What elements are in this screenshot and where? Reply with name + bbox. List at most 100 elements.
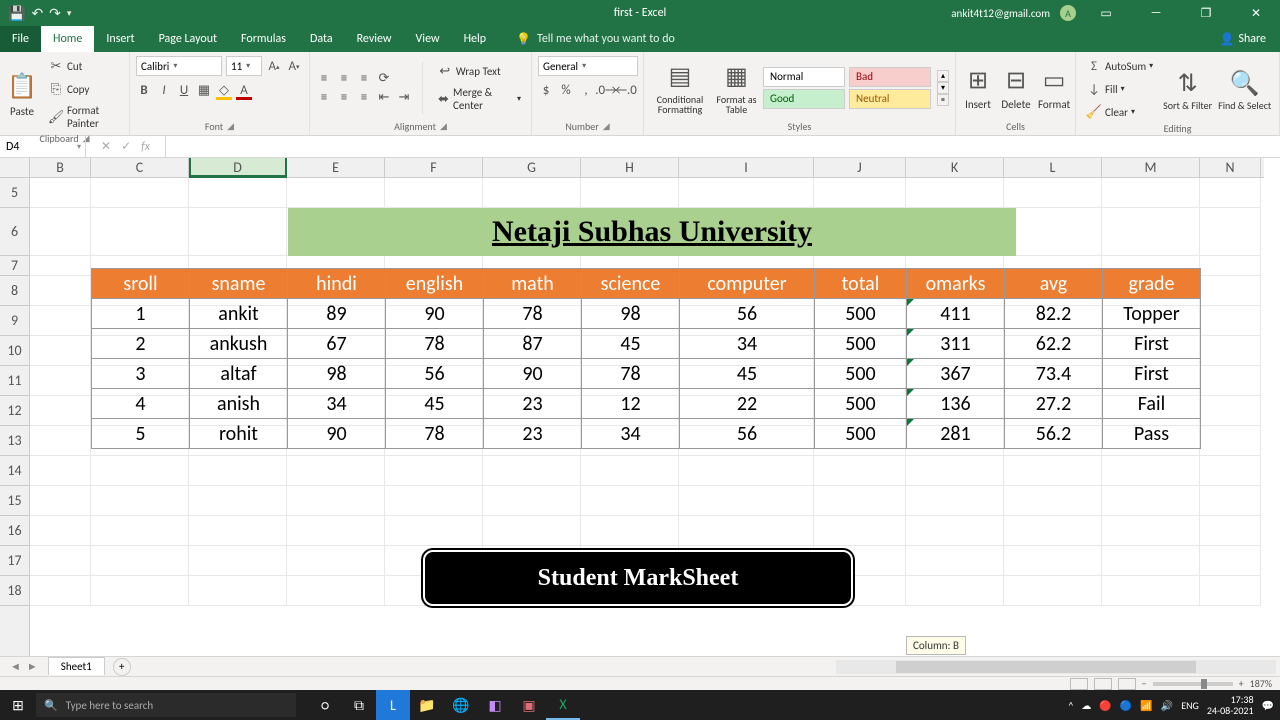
font-name-combo[interactable]: Calibri▾ bbox=[136, 56, 222, 76]
start-button[interactable]: ⊞ bbox=[0, 697, 36, 714]
taskbar-search[interactable]: 🔍 Type here to search bbox=[36, 693, 296, 717]
table-cell[interactable]: 500 bbox=[815, 419, 907, 449]
ribbon-options-icon[interactable]: ▭ bbox=[1086, 0, 1126, 26]
clear-button[interactable]: 🧹Clear▾ bbox=[1082, 102, 1139, 122]
spreadsheet-grid[interactable]: BCDEFGHIJKLMN 56789101112131415161718 Ne… bbox=[0, 158, 1280, 656]
table-cell[interactable]: 23 bbox=[484, 389, 582, 419]
tray-wifi-icon[interactable]: 📶 bbox=[1140, 699, 1152, 712]
decrease-font-icon[interactable]: A▾ bbox=[286, 58, 302, 74]
table-cell[interactable]: First bbox=[1103, 359, 1201, 389]
university-title[interactable]: Netaji Subhas University bbox=[288, 208, 1016, 256]
underline-icon[interactable]: U bbox=[176, 82, 192, 98]
row-header-14[interactable]: 14 bbox=[0, 456, 29, 486]
table-cell[interactable]: 90 bbox=[386, 299, 484, 329]
table-cell[interactable]: First bbox=[1103, 329, 1201, 359]
column-header-M[interactable]: M bbox=[1102, 158, 1200, 177]
maximize-button[interactable]: ❐ bbox=[1186, 0, 1226, 26]
table-cell[interactable]: anish bbox=[190, 389, 288, 419]
table-cell[interactable]: 78 bbox=[582, 359, 680, 389]
tray-notifications-icon[interactable]: 💬 bbox=[1262, 699, 1274, 712]
save-icon[interactable]: 💾 bbox=[8, 5, 25, 22]
zoom-slider[interactable] bbox=[1153, 682, 1233, 686]
align-left-icon[interactable]: ≡ bbox=[316, 89, 332, 105]
find-select-button[interactable]: 🔍Find & Select bbox=[1218, 67, 1271, 111]
row-header-9[interactable]: 9 bbox=[0, 306, 29, 336]
close-button[interactable]: ✕ bbox=[1236, 0, 1276, 26]
table-header[interactable]: avg bbox=[1005, 269, 1103, 299]
table-cell[interactable]: 98 bbox=[288, 359, 386, 389]
table-cell[interactable]: 89 bbox=[288, 299, 386, 329]
cut-button[interactable]: ✂Cut bbox=[44, 56, 86, 76]
table-header[interactable]: omarks bbox=[907, 269, 1005, 299]
table-cell[interactable]: 56 bbox=[680, 299, 815, 329]
undo-icon[interactable]: ↶ bbox=[31, 5, 43, 22]
increase-font-icon[interactable]: A▴ bbox=[266, 58, 282, 74]
column-header-E[interactable]: E bbox=[287, 158, 385, 177]
number-dialog-icon[interactable]: ◢ bbox=[603, 121, 610, 132]
row-header-17[interactable]: 17 bbox=[0, 546, 29, 576]
font-size-combo[interactable]: 11▾ bbox=[226, 56, 262, 76]
percent-icon[interactable]: % bbox=[558, 82, 574, 98]
tab-formulas[interactable]: Formulas bbox=[229, 26, 298, 52]
row-header-5[interactable]: 5 bbox=[0, 178, 29, 208]
tab-page-layout[interactable]: Page Layout bbox=[147, 26, 229, 52]
column-headers[interactable]: BCDEFGHIJKLMN bbox=[30, 158, 1264, 178]
table-cell[interactable]: 3 bbox=[92, 359, 190, 389]
table-cell[interactable]: 1 bbox=[92, 299, 190, 329]
table-cell[interactable]: 78 bbox=[386, 329, 484, 359]
row-header-7[interactable]: 7 bbox=[0, 256, 29, 276]
subtitle-box[interactable]: Student MarkSheet bbox=[423, 550, 853, 606]
row-header-11[interactable]: 11 bbox=[0, 366, 29, 396]
row-header-10[interactable]: 10 bbox=[0, 336, 29, 366]
table-cell[interactable]: 411 bbox=[907, 299, 1005, 329]
zoom-level[interactable]: 187% bbox=[1250, 677, 1272, 690]
table-header[interactable]: hindi bbox=[288, 269, 386, 299]
table-cell[interactable]: 500 bbox=[815, 389, 907, 419]
table-cell[interactable]: 5 bbox=[92, 419, 190, 449]
table-cell[interactable]: 90 bbox=[288, 419, 386, 449]
tab-view[interactable]: View bbox=[404, 26, 452, 52]
table-cell[interactable]: ankush bbox=[190, 329, 288, 359]
account-email[interactable]: ankit4t12@gmail.com bbox=[951, 7, 1050, 20]
table-cell[interactable]: Pass bbox=[1103, 419, 1201, 449]
table-cell[interactable]: 22 bbox=[680, 389, 815, 419]
table-cell[interactable]: altaf bbox=[190, 359, 288, 389]
table-cell[interactable]: 67 bbox=[288, 329, 386, 359]
table-cell[interactable]: 78 bbox=[386, 419, 484, 449]
table-header[interactable]: computer bbox=[680, 269, 815, 299]
tray-language[interactable]: ENG bbox=[1181, 699, 1199, 712]
table-cell[interactable]: 45 bbox=[582, 329, 680, 359]
column-header-I[interactable]: I bbox=[679, 158, 814, 177]
table-cell[interactable]: Fail bbox=[1103, 389, 1201, 419]
column-header-C[interactable]: C bbox=[91, 158, 189, 177]
number-format-combo[interactable]: General▾ bbox=[538, 56, 638, 76]
row-header-15[interactable]: 15 bbox=[0, 486, 29, 516]
tray-volume-icon[interactable]: 🔊 bbox=[1161, 699, 1173, 712]
table-cell[interactable]: 62.2 bbox=[1005, 329, 1103, 359]
alignment-dialog-icon[interactable]: ◢ bbox=[440, 121, 447, 132]
sheet-nav-prev-icon[interactable]: ◄ bbox=[10, 660, 21, 673]
fill-button[interactable]: ↓Fill▾ bbox=[1082, 79, 1129, 99]
table-header[interactable]: science bbox=[582, 269, 680, 299]
zoom-out-icon[interactable]: − bbox=[1142, 677, 1147, 690]
insert-cells-button[interactable]: ⊞Insert bbox=[962, 64, 994, 111]
bold-icon[interactable]: B bbox=[136, 82, 152, 98]
tab-data[interactable]: Data bbox=[298, 26, 345, 52]
table-header[interactable]: grade bbox=[1103, 269, 1201, 299]
zoom-in-icon[interactable]: + bbox=[1239, 677, 1244, 690]
sheet-tab-sheet1[interactable]: Sheet1 bbox=[48, 657, 105, 675]
formula-input[interactable] bbox=[166, 136, 1280, 157]
name-box[interactable]: D4▾ bbox=[0, 136, 86, 157]
tray-clock[interactable]: 17:38 24-08-2021 bbox=[1207, 694, 1254, 716]
table-header[interactable]: sname bbox=[190, 269, 288, 299]
copy-button[interactable]: ⎘Copy bbox=[44, 79, 93, 99]
italic-icon[interactable]: I bbox=[156, 82, 172, 98]
share-button[interactable]: 👤 Share bbox=[1219, 26, 1280, 52]
table-cell[interactable]: 45 bbox=[680, 359, 815, 389]
row-header-8[interactable]: 8 bbox=[0, 276, 29, 306]
table-cell[interactable]: 12 bbox=[582, 389, 680, 419]
row-header-6[interactable]: 6 bbox=[0, 208, 29, 256]
table-cell[interactable]: Topper bbox=[1103, 299, 1201, 329]
table-cell[interactable]: 23 bbox=[484, 419, 582, 449]
column-header-G[interactable]: G bbox=[483, 158, 581, 177]
